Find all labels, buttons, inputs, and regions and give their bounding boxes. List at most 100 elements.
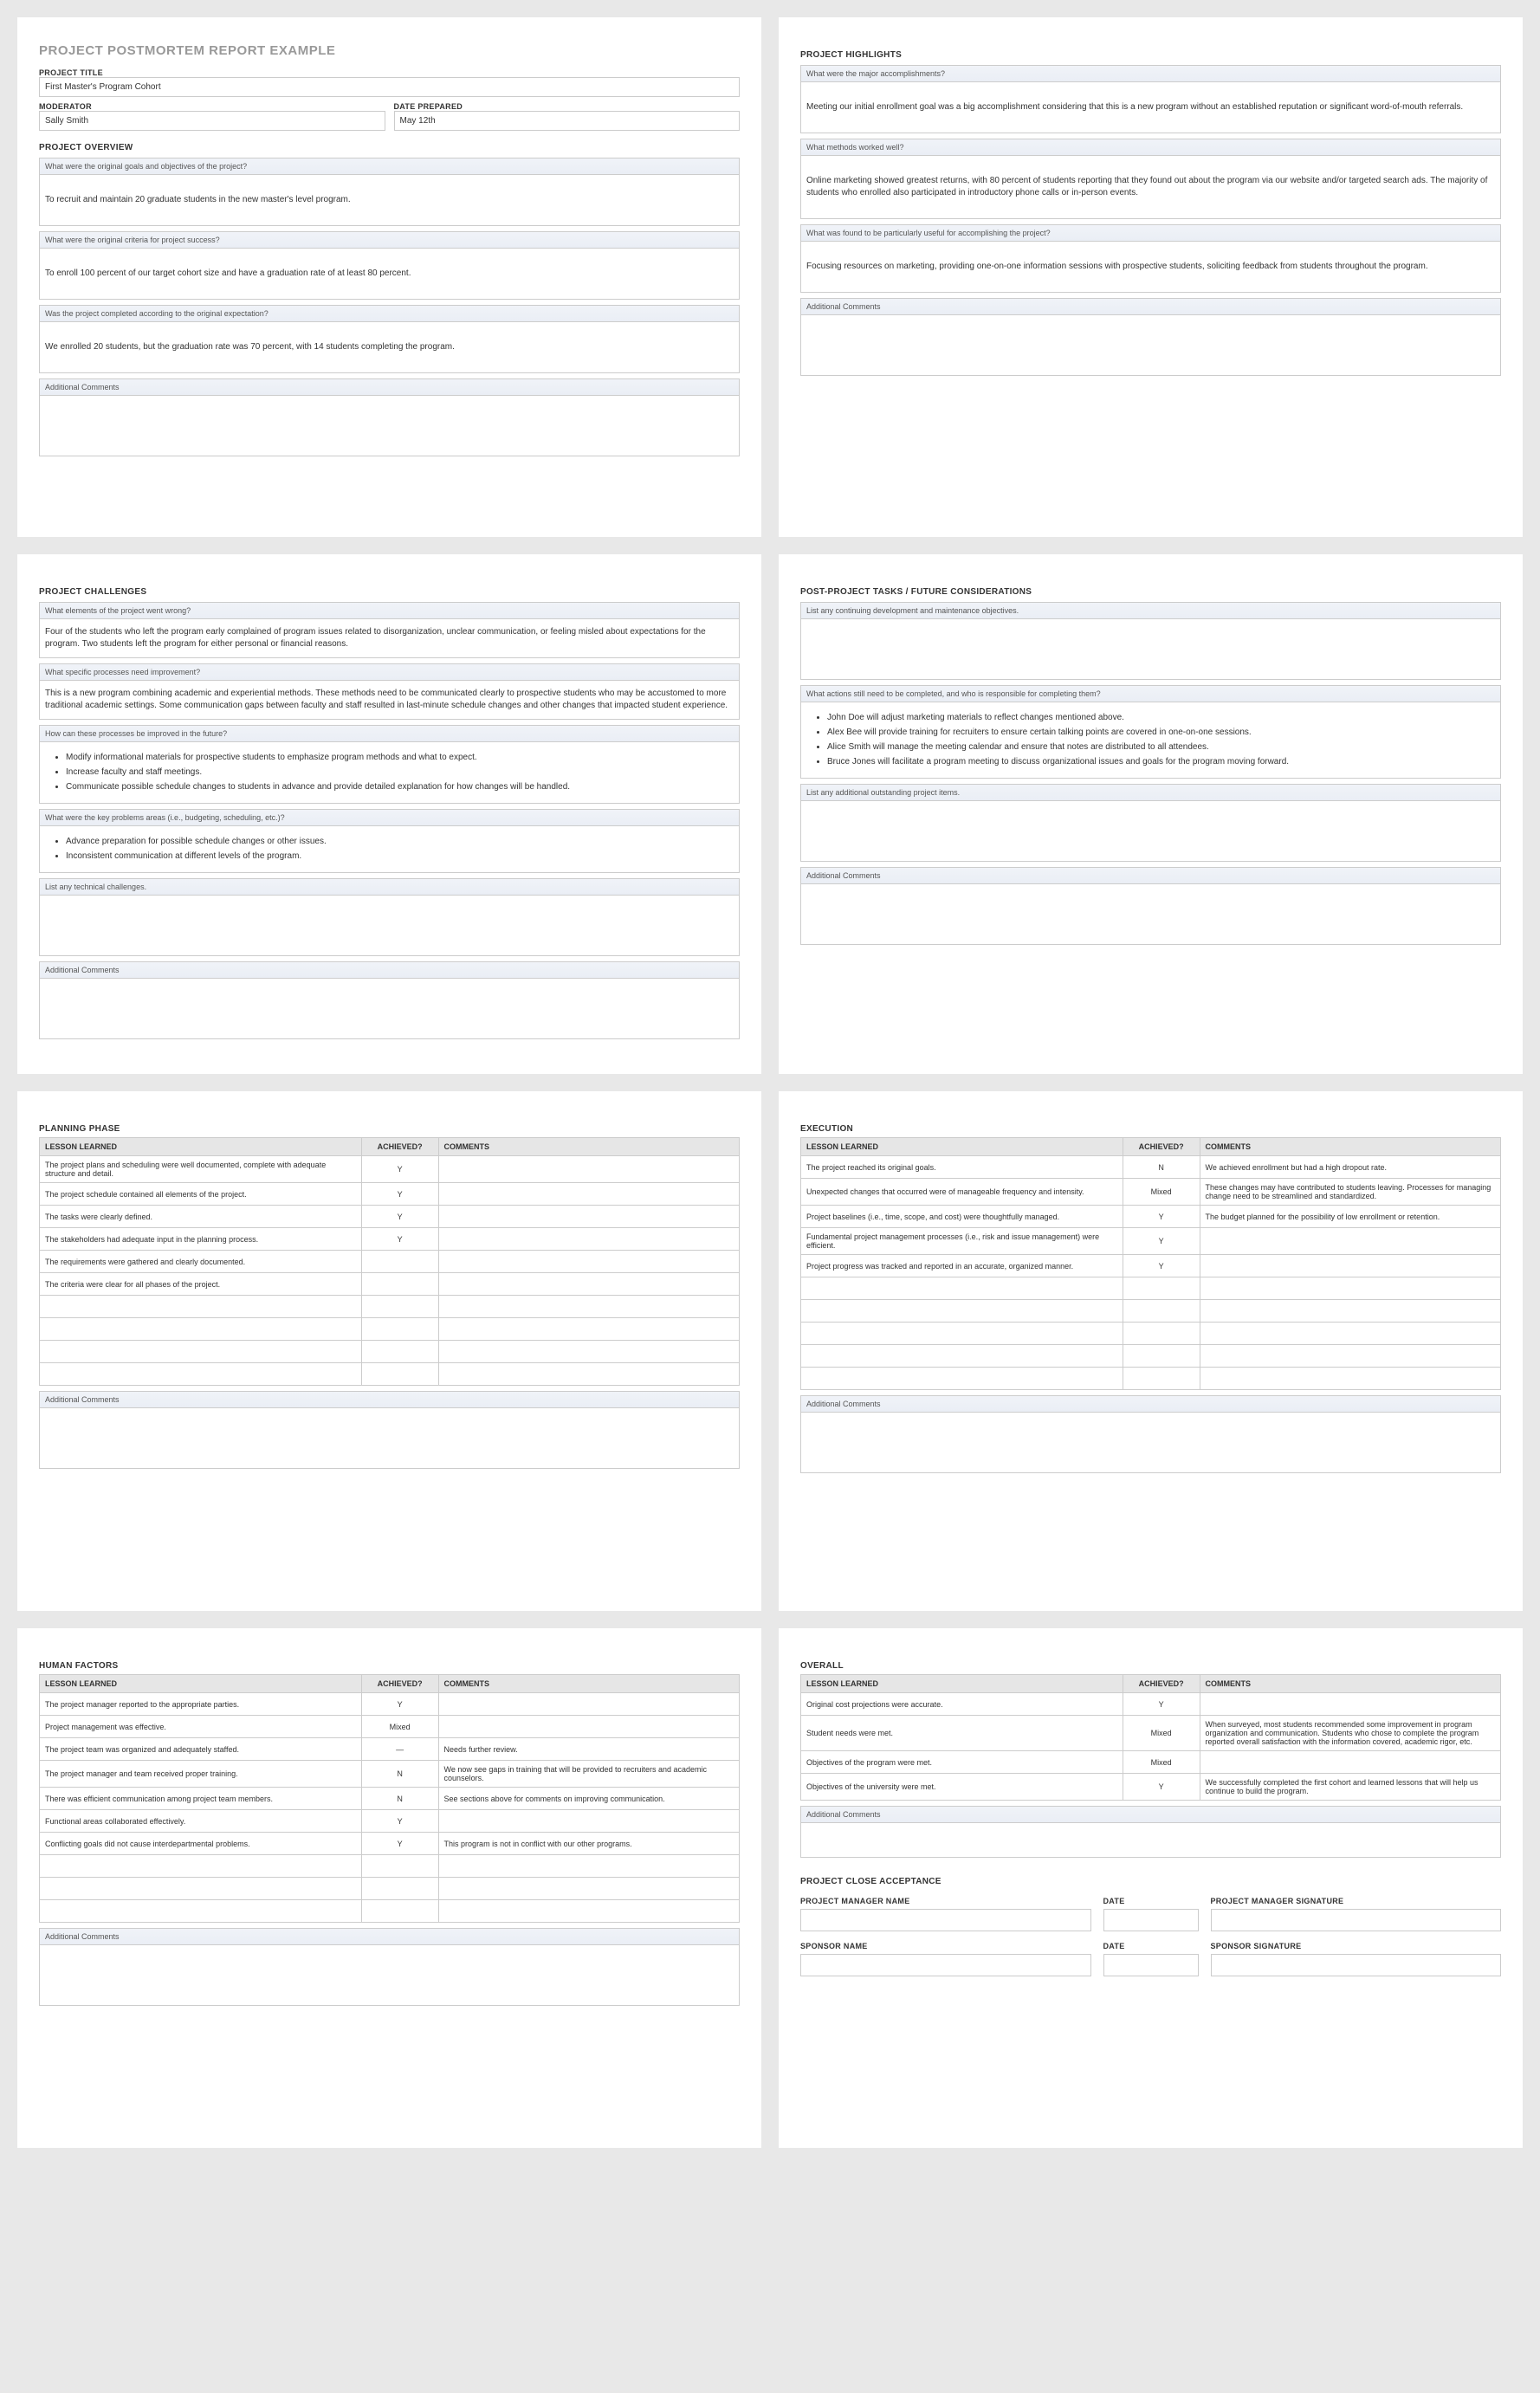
- table-cell[interactable]: The tasks were clearly defined.: [40, 1206, 362, 1228]
- table-cell[interactable]: We achieved enrollment but had a high dr…: [1200, 1156, 1500, 1179]
- table-cell[interactable]: [361, 1900, 438, 1923]
- table-cell[interactable]: [1123, 1368, 1200, 1390]
- table-cell[interactable]: Mixed: [1123, 1716, 1200, 1751]
- table-cell[interactable]: N: [1123, 1156, 1200, 1179]
- table-cell[interactable]: This program is not in conflict with our…: [438, 1833, 739, 1855]
- table-cell[interactable]: Y: [1123, 1206, 1200, 1228]
- table-cell[interactable]: Mixed: [361, 1716, 438, 1738]
- table-cell[interactable]: [438, 1693, 739, 1716]
- postproj-a3[interactable]: [800, 801, 1501, 862]
- table-cell[interactable]: See sections above for comments on impro…: [438, 1788, 739, 1810]
- table-cell[interactable]: Functional areas collaborated effectivel…: [40, 1810, 362, 1833]
- table-cell[interactable]: The budget planned for the possibility o…: [1200, 1206, 1500, 1228]
- table-cell[interactable]: Unexpected changes that occurred were of…: [801, 1179, 1123, 1206]
- table-cell[interactable]: [801, 1323, 1123, 1345]
- table-cell[interactable]: The stakeholders had adequate input in t…: [40, 1228, 362, 1251]
- table-cell[interactable]: Y: [361, 1833, 438, 1855]
- overview-addl-field[interactable]: [39, 396, 740, 456]
- table-cell[interactable]: Project baselines (i.e., time, scope, an…: [801, 1206, 1123, 1228]
- highlights-a1[interactable]: Meeting our initial enrollment goal was …: [800, 82, 1501, 133]
- challenges-addl-field[interactable]: [39, 979, 740, 1039]
- table-cell[interactable]: [438, 1273, 739, 1296]
- table-cell[interactable]: [438, 1810, 739, 1833]
- table-cell[interactable]: Y: [1123, 1228, 1200, 1255]
- table-cell[interactable]: Needs further review.: [438, 1738, 739, 1761]
- table-cell[interactable]: [438, 1206, 739, 1228]
- table-cell[interactable]: [1200, 1255, 1500, 1277]
- planning-addl-field[interactable]: [39, 1408, 740, 1469]
- table-cell[interactable]: [801, 1300, 1123, 1323]
- table-cell[interactable]: Mixed: [1123, 1179, 1200, 1206]
- table-cell[interactable]: N: [361, 1788, 438, 1810]
- date-prepared-field[interactable]: May 12th: [394, 111, 741, 131]
- table-cell[interactable]: Y: [1123, 1774, 1200, 1801]
- overview-a1[interactable]: To recruit and maintain 20 graduate stud…: [39, 175, 740, 226]
- table-cell[interactable]: [40, 1296, 362, 1318]
- table-cell[interactable]: [361, 1296, 438, 1318]
- table-cell[interactable]: [438, 1363, 739, 1386]
- table-cell[interactable]: The project team was organized and adequ…: [40, 1738, 362, 1761]
- table-cell[interactable]: Y: [361, 1156, 438, 1183]
- table-cell[interactable]: [438, 1228, 739, 1251]
- highlights-addl-field[interactable]: [800, 315, 1501, 376]
- table-cell[interactable]: Project progress was tracked and reporte…: [801, 1255, 1123, 1277]
- pm-date-field[interactable]: [1103, 1909, 1199, 1931]
- table-cell[interactable]: —: [361, 1738, 438, 1761]
- table-cell[interactable]: Objectives of the program were met.: [801, 1751, 1123, 1774]
- postproj-a1[interactable]: [800, 619, 1501, 680]
- table-cell[interactable]: [1123, 1323, 1200, 1345]
- challenges-a2[interactable]: This is a new program combining academic…: [39, 681, 740, 720]
- sponsor-date-field[interactable]: [1103, 1954, 1199, 1976]
- table-cell[interactable]: The project plans and scheduling were we…: [40, 1156, 362, 1183]
- table-cell[interactable]: Y: [361, 1810, 438, 1833]
- table-cell[interactable]: [1200, 1323, 1500, 1345]
- table-cell[interactable]: [361, 1878, 438, 1900]
- table-cell[interactable]: [438, 1900, 739, 1923]
- table-cell[interactable]: The project schedule contained all eleme…: [40, 1183, 362, 1206]
- table-cell[interactable]: [1200, 1751, 1500, 1774]
- execution-addl-field[interactable]: [800, 1413, 1501, 1473]
- table-cell[interactable]: Y: [361, 1228, 438, 1251]
- table-cell[interactable]: These changes may have contributed to st…: [1200, 1179, 1500, 1206]
- table-cell[interactable]: The criteria were clear for all phases o…: [40, 1273, 362, 1296]
- table-cell[interactable]: [40, 1900, 362, 1923]
- table-cell[interactable]: Student needs were met.: [801, 1716, 1123, 1751]
- table-cell[interactable]: [438, 1156, 739, 1183]
- table-cell[interactable]: [40, 1878, 362, 1900]
- table-cell[interactable]: [40, 1363, 362, 1386]
- table-cell[interactable]: Objectives of the university were met.: [801, 1774, 1123, 1801]
- table-cell[interactable]: [438, 1183, 739, 1206]
- table-cell[interactable]: [438, 1716, 739, 1738]
- table-cell[interactable]: [1123, 1277, 1200, 1300]
- table-cell[interactable]: The project manager and team received pr…: [40, 1761, 362, 1788]
- table-cell[interactable]: Mixed: [1123, 1751, 1200, 1774]
- table-cell[interactable]: [438, 1296, 739, 1318]
- table-cell[interactable]: Y: [361, 1183, 438, 1206]
- sponsor-name-field[interactable]: [800, 1954, 1091, 1976]
- table-cell[interactable]: [361, 1273, 438, 1296]
- table-cell[interactable]: We now see gaps in training that will be…: [438, 1761, 739, 1788]
- postproj-addl-field[interactable]: [800, 884, 1501, 945]
- pm-sig-field[interactable]: [1211, 1909, 1502, 1931]
- table-cell[interactable]: [361, 1318, 438, 1341]
- table-cell[interactable]: Y: [361, 1206, 438, 1228]
- table-cell[interactable]: Project management was effective.: [40, 1716, 362, 1738]
- table-cell[interactable]: [438, 1318, 739, 1341]
- table-cell[interactable]: [1123, 1345, 1200, 1368]
- table-cell[interactable]: [438, 1341, 739, 1363]
- table-cell[interactable]: The project manager reported to the appr…: [40, 1693, 362, 1716]
- table-cell[interactable]: N: [361, 1761, 438, 1788]
- table-cell[interactable]: [40, 1855, 362, 1878]
- table-cell[interactable]: The project reached its original goals.: [801, 1156, 1123, 1179]
- pm-name-field[interactable]: [800, 1909, 1091, 1931]
- table-cell[interactable]: There was efficient communication among …: [40, 1788, 362, 1810]
- sponsor-sig-field[interactable]: [1211, 1954, 1502, 1976]
- table-cell[interactable]: [1200, 1368, 1500, 1390]
- challenges-a4[interactable]: Advance preparation for possible schedul…: [39, 826, 740, 873]
- overview-a2[interactable]: To enroll 100 percent of our target coho…: [39, 249, 740, 300]
- project-title-field[interactable]: First Master's Program Cohort: [39, 77, 740, 97]
- table-cell[interactable]: [1200, 1693, 1500, 1716]
- challenges-a1[interactable]: Four of the students who left the progra…: [39, 619, 740, 658]
- challenges-a3[interactable]: Modify informational materials for prosp…: [39, 742, 740, 804]
- overview-a3[interactable]: We enrolled 20 students, but the graduat…: [39, 322, 740, 373]
